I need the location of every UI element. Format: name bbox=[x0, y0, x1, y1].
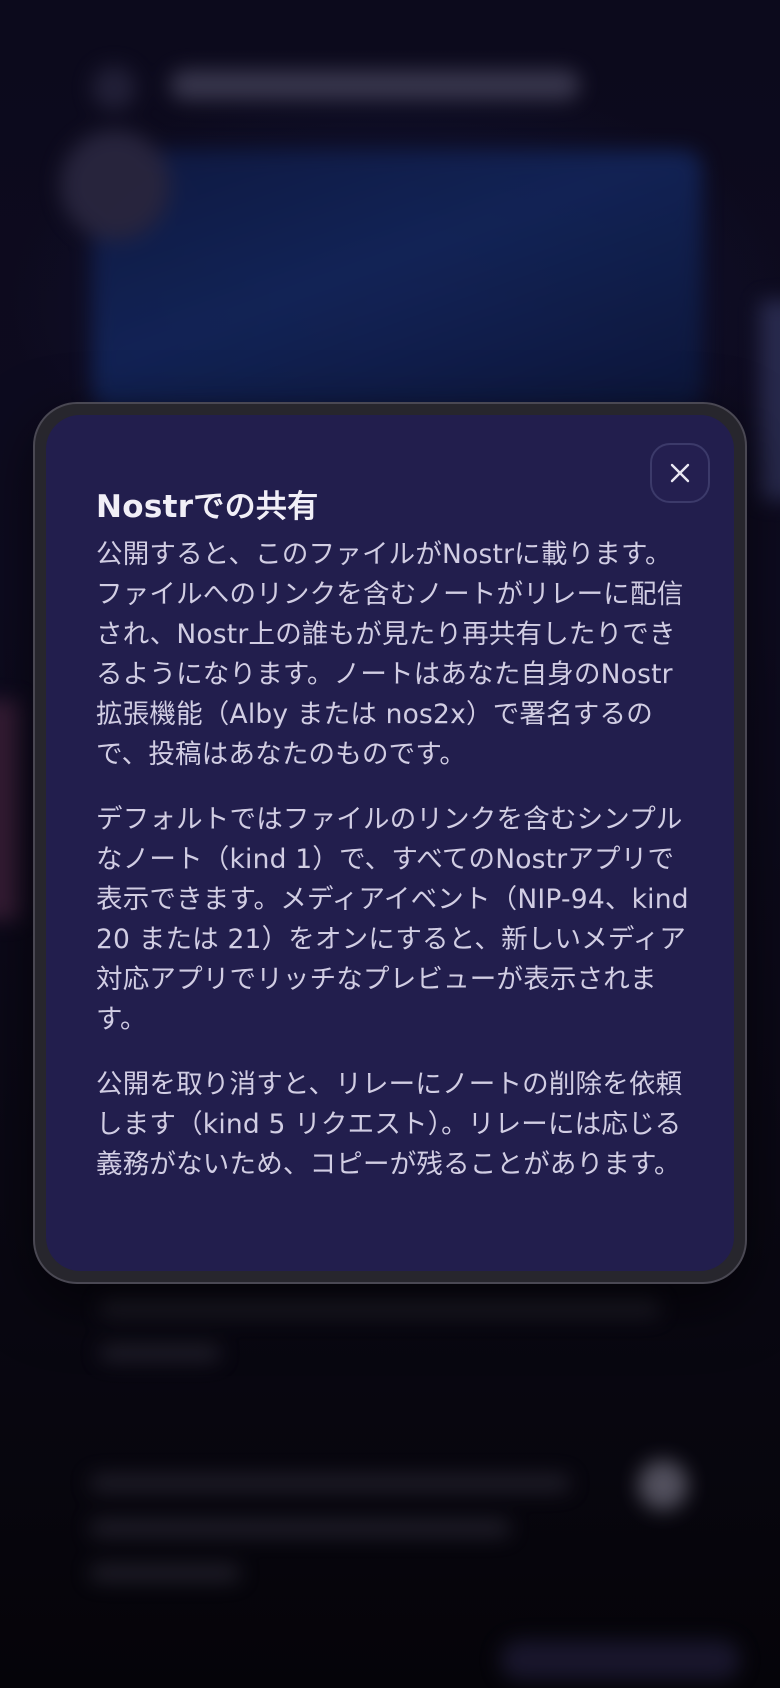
background-avatar bbox=[60, 130, 170, 240]
dialog-paragraph: デフォルトではファイルのリンクを含むシンプルなノート（kind 1）で、すべての… bbox=[96, 804, 689, 1035]
background-back-button bbox=[92, 66, 136, 110]
background-text-row bbox=[90, 1475, 570, 1491]
close-icon bbox=[670, 463, 690, 483]
background-edge-left bbox=[0, 700, 20, 920]
dialog-paragraph: 公開を取り消すと、リレーにノートの削除を依頼します（kind 5 リクエスト）。… bbox=[96, 1069, 683, 1180]
close-button[interactable] bbox=[650, 443, 710, 503]
background-text-row bbox=[90, 1565, 240, 1581]
dialog-paragraph: 公開すると、このファイルがNostrに載ります。ファイルへのリンクを含むノートが… bbox=[96, 539, 684, 770]
dialog-body: 公開すると、このファイルがNostrに載ります。ファイルへのリンクを含むノートが… bbox=[96, 535, 696, 1210]
background-bottom-pill bbox=[500, 1640, 740, 1680]
share-info-dialog: Nostrでの共有 公開すると、このファイルがNostrに載ります。ファイルへの… bbox=[46, 415, 734, 1271]
background-media-preview bbox=[92, 150, 702, 410]
background-avatar-small bbox=[638, 1460, 688, 1510]
background-edge-right bbox=[760, 300, 780, 500]
background-title-bar bbox=[170, 70, 580, 100]
screen: Nostrでの共有 公開すると、このファイルがNostrに載ります。ファイルへの… bbox=[0, 0, 780, 1688]
background-text-row bbox=[90, 1520, 510, 1536]
background-text-row bbox=[100, 1300, 660, 1316]
share-info-dialog-frame: Nostrでの共有 公開すると、このファイルがNostrに載ります。ファイルへの… bbox=[33, 402, 747, 1284]
background-text-row bbox=[100, 1345, 220, 1361]
dialog-title: Nostrでの共有 bbox=[96, 489, 319, 525]
